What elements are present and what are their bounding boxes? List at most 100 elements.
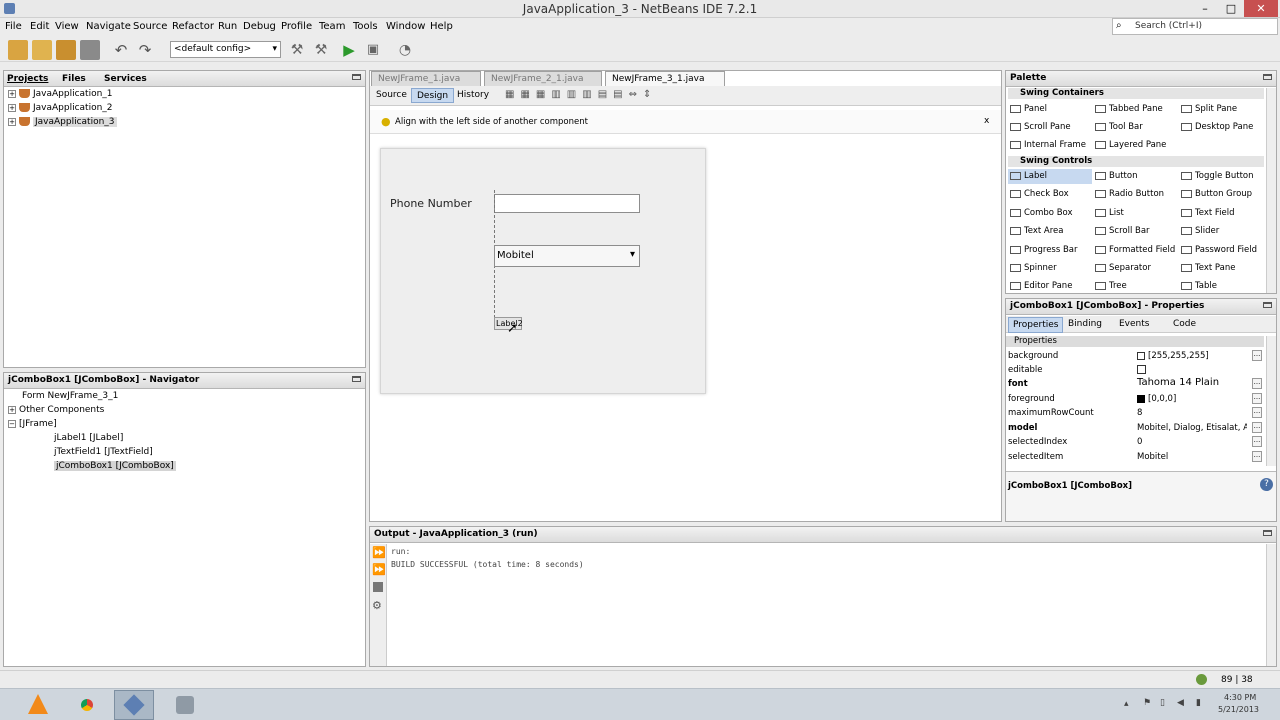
palette-editor-pane-item[interactable]: Editor Pane xyxy=(1010,281,1072,291)
palette-combo-box-item[interactable]: Combo Box xyxy=(1010,208,1073,218)
project-item-selected[interactable]: + JavaApplication_3 xyxy=(8,117,117,127)
menu-window[interactable]: Window xyxy=(386,21,425,32)
navigator-form-item[interactable]: Form NewJFrame_3_1 xyxy=(22,391,118,401)
palette-toggle-button-item[interactable]: Toggle Button xyxy=(1181,171,1254,181)
battery-icon[interactable]: ▯ xyxy=(1160,698,1165,708)
palette-split-pane-item[interactable]: Split Pane xyxy=(1181,104,1237,114)
tab-events[interactable]: Events xyxy=(1119,319,1149,329)
palette-check-box-item[interactable]: Check Box xyxy=(1010,189,1069,199)
output-scrollbar[interactable] xyxy=(1266,544,1276,666)
tab-files[interactable]: Files xyxy=(62,74,86,84)
checkbox-icon[interactable] xyxy=(1137,365,1146,374)
palette-internal-frame-item[interactable]: Internal Frame xyxy=(1010,140,1086,150)
collapse-icon[interactable]: − xyxy=(8,419,16,428)
menu-help[interactable]: Help xyxy=(430,21,453,32)
prop-value[interactable]: [0,0,0] xyxy=(1137,394,1176,404)
prop-value[interactable]: Mobitel xyxy=(1137,452,1168,462)
edit-property-button[interactable]: ... xyxy=(1252,451,1262,462)
palette-panel-item[interactable]: Panel xyxy=(1010,104,1047,114)
palette-scrollbar[interactable] xyxy=(1266,88,1276,293)
edit-property-button[interactable]: ... xyxy=(1252,436,1262,447)
menu-debug[interactable]: Debug xyxy=(243,21,276,32)
palette-scroll-bar-item[interactable]: Scroll Bar xyxy=(1095,226,1150,236)
flag-icon[interactable]: ⚑ xyxy=(1143,698,1151,708)
navigator-jframe[interactable]: − [JFrame] xyxy=(8,419,57,429)
prop-value[interactable]: 8 xyxy=(1137,408,1142,418)
palette-tree-item[interactable]: Tree xyxy=(1095,281,1127,291)
edit-property-button[interactable]: ... xyxy=(1252,393,1262,404)
minimize-panel-icon[interactable] xyxy=(1263,74,1272,80)
profile-icon[interactable]: ◔ xyxy=(395,40,415,60)
minimize-panel-icon[interactable] xyxy=(352,376,361,382)
clean-build-icon[interactable]: ⚒ xyxy=(311,40,331,60)
clock-date[interactable]: 5/21/2013 xyxy=(1218,705,1259,714)
tab-newjframe-3-1[interactable]: NewJFrame_3_1.java xyxy=(605,71,725,86)
edit-property-button[interactable]: ... xyxy=(1252,422,1262,433)
close-hint-button[interactable]: x xyxy=(984,116,989,126)
expand-icon[interactable]: + xyxy=(8,405,16,414)
tab-projects[interactable]: Projects xyxy=(7,74,48,84)
palette-button-item[interactable]: Button xyxy=(1095,171,1137,181)
prop-value[interactable]: Mobitel, Dialog, Etisalat, Ai... xyxy=(1137,423,1247,433)
menu-team[interactable]: Team xyxy=(319,21,345,32)
debug-icon[interactable]: ▣ xyxy=(363,40,383,60)
palette-button-group-item[interactable]: Button Group xyxy=(1181,189,1252,199)
palette-password-field-item[interactable]: Password Field xyxy=(1181,245,1257,255)
phone-number-label[interactable]: Phone Number xyxy=(390,197,472,210)
menu-refactor[interactable]: Refactor xyxy=(172,21,214,32)
edit-property-button[interactable]: ... xyxy=(1252,350,1262,361)
new-file-icon[interactable] xyxy=(8,40,28,60)
palette-tabbed-pane-item[interactable]: Tabbed Pane xyxy=(1095,104,1163,114)
menu-run[interactable]: Run xyxy=(218,21,237,32)
expand-icon[interactable]: + xyxy=(8,89,16,98)
swing-containers-header[interactable]: Swing Containers xyxy=(1008,88,1264,99)
help-icon[interactable]: ? xyxy=(1260,478,1273,491)
run-icon[interactable]: ▶ xyxy=(339,40,359,60)
vlc-icon[interactable] xyxy=(18,690,58,720)
config-select[interactable]: <default config> ▾ xyxy=(170,41,281,58)
netbeans-taskbar-icon[interactable] xyxy=(114,690,154,720)
palette-list-item[interactable]: List xyxy=(1095,208,1124,218)
minimize-panel-icon[interactable] xyxy=(1263,530,1272,536)
tab-properties[interactable]: Properties xyxy=(1008,317,1064,333)
prop-value[interactable]: [255,255,255] xyxy=(1137,351,1209,361)
tab-code[interactable]: Code xyxy=(1173,319,1196,329)
minimize-panel-icon[interactable] xyxy=(1263,302,1272,308)
minimize-panel-icon[interactable] xyxy=(352,74,361,80)
navigator-jcombobox1[interactable]: jComboBox1 [JComboBox] xyxy=(54,461,176,471)
settings-icon[interactable]: ⚙ xyxy=(372,599,382,612)
properties-scrollbar[interactable] xyxy=(1266,336,1276,466)
notification-icon[interactable] xyxy=(1196,674,1207,685)
carrier-combo-box[interactable]: Mobitel ▾ xyxy=(494,245,640,267)
palette-progress-bar-item[interactable]: Progress Bar xyxy=(1010,245,1078,255)
palette-scroll-pane-item[interactable]: Scroll Pane xyxy=(1010,122,1071,132)
navigator-other-components[interactable]: + Other Components xyxy=(8,405,104,415)
design-form-canvas[interactable]: Phone Number Mobitel ▾ Label2 ➚ xyxy=(380,148,706,394)
prop-value[interactable]: 0 xyxy=(1137,437,1142,447)
menu-edit[interactable]: Edit xyxy=(30,21,49,32)
edit-property-button[interactable]: ... xyxy=(1252,378,1262,389)
rerun-icon[interactable]: ⏩ xyxy=(372,546,386,559)
prop-value[interactable]: Tahoma 14 Plain xyxy=(1137,377,1219,388)
palette-tool-bar-item[interactable]: Tool Bar xyxy=(1095,122,1143,132)
palette-formatted-field-item[interactable]: Formatted Field xyxy=(1095,245,1175,255)
tab-binding[interactable]: Binding xyxy=(1068,319,1102,329)
maximize-button[interactable]: □ xyxy=(1218,0,1244,17)
tray-chevron-icon[interactable]: ▴ xyxy=(1124,699,1129,709)
palette-desktop-pane-item[interactable]: Desktop Pane xyxy=(1181,122,1253,132)
design-mode-button[interactable]: Design xyxy=(411,88,455,103)
tab-newjframe-1[interactable]: NewJFrame_1.java xyxy=(371,71,481,86)
stop-icon[interactable] xyxy=(373,582,383,592)
rerun-with-options-icon[interactable]: ⏩ xyxy=(372,563,386,576)
palette-text-field-item[interactable]: Text Field xyxy=(1181,208,1235,218)
network-icon[interactable]: ▮ xyxy=(1196,698,1201,708)
menu-tools[interactable]: Tools xyxy=(353,21,378,32)
project-item[interactable]: + JavaApplication_1 xyxy=(8,89,113,99)
palette-spinner-item[interactable]: Spinner xyxy=(1010,263,1057,273)
tab-services[interactable]: Services xyxy=(104,74,147,84)
minimize-button[interactable]: – xyxy=(1192,0,1218,17)
menu-profile[interactable]: Profile xyxy=(281,21,312,32)
edit-property-button[interactable]: ... xyxy=(1252,407,1262,418)
save-all-icon[interactable] xyxy=(80,40,100,60)
open-project-icon[interactable] xyxy=(56,40,76,60)
